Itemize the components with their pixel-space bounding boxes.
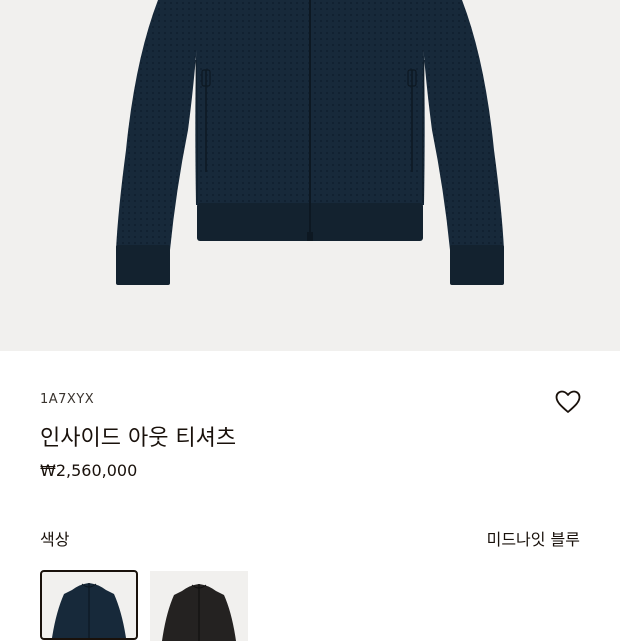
wishlist-button[interactable] [552, 386, 584, 418]
product-sku: 1A7XYX [40, 392, 95, 407]
product-price: ₩2,560,000 [40, 461, 138, 480]
swatch-jacket-image [162, 584, 236, 641]
product-image[interactable] [0, 0, 620, 351]
swatch-jacket-image [52, 583, 126, 638]
color-label: 색상 [40, 530, 70, 549]
color-swatch-black[interactable] [150, 571, 248, 641]
color-swatch-midnight-blue[interactable] [40, 570, 138, 640]
jacket-illustration [116, 0, 504, 285]
product-title: 인사이드 아웃 티셔츠 [40, 426, 237, 451]
color-selector[interactable]: 미드나잇 블루 [487, 526, 580, 550]
heart-outline-icon [555, 390, 581, 413]
